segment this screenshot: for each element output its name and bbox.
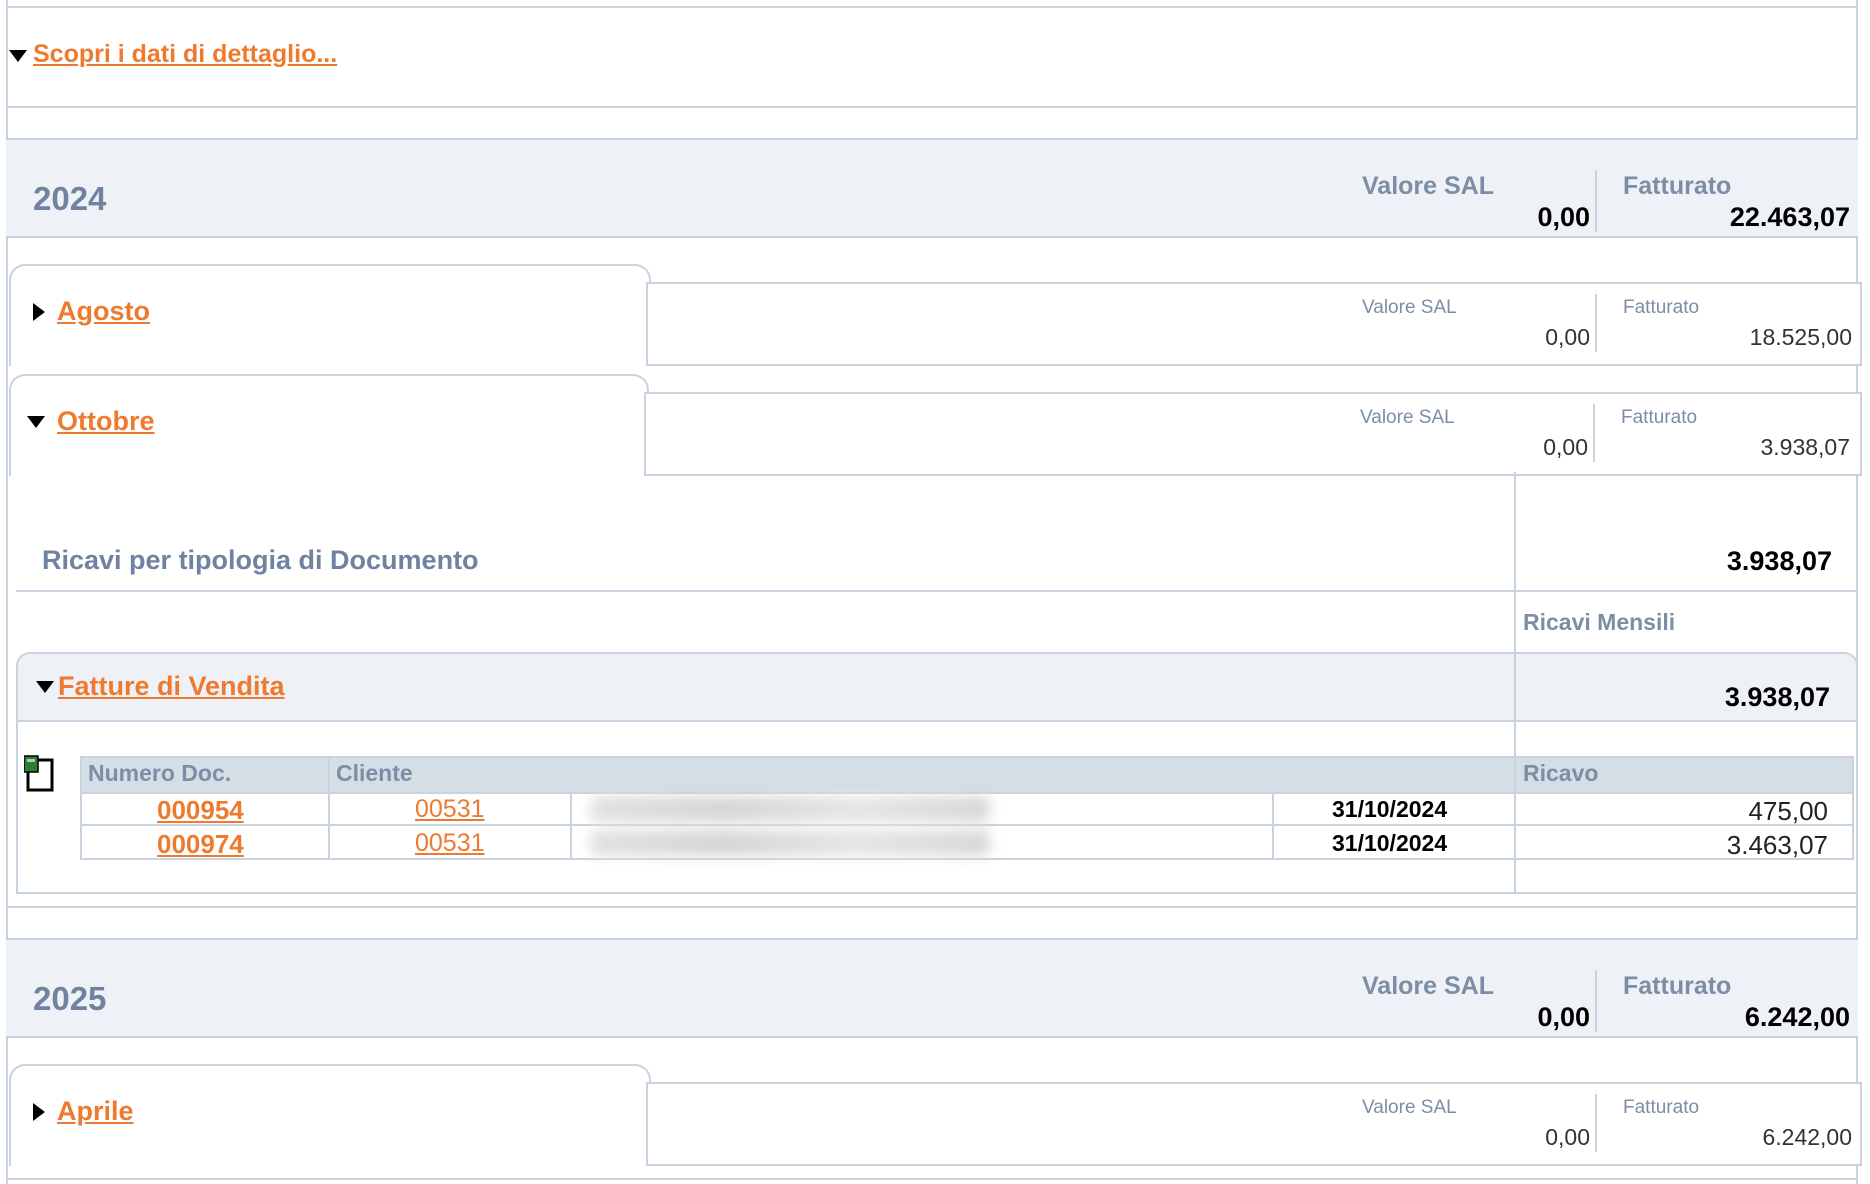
month-link-ottobre[interactable]: Ottobre	[57, 406, 155, 437]
fatturato-label: Fatturato	[1621, 407, 1698, 428]
divider	[6, 106, 1858, 108]
caret-down-icon[interactable]	[9, 50, 27, 62]
caret-right-icon[interactable]	[33, 303, 45, 321]
divider	[6, 1178, 1858, 1180]
detail-link[interactable]: Scopri i dati di dettaglio...	[33, 40, 337, 69]
doc-number-link[interactable]: 000974	[157, 829, 244, 860]
divider	[1595, 970, 1597, 1032]
column-header-ricavo: Ricavo	[1523, 760, 1599, 786]
valore-sal-label: Valore SAL	[1360, 407, 1455, 428]
revenue-value: 475,00	[1748, 796, 1828, 826]
valore-sal-value: 0,00	[1537, 202, 1590, 232]
column-header-cliente: Cliente	[336, 760, 413, 786]
fatturato-value: 18.525,00	[1749, 324, 1852, 350]
doc-date: 31/10/2024	[1332, 796, 1448, 822]
group-link[interactable]: Fatture di Vendita	[58, 671, 285, 702]
divider	[16, 590, 1858, 592]
year-label: 2024	[33, 180, 107, 217]
divider	[1595, 170, 1597, 232]
monthly-revenue-label: Ricavi Mensili	[1523, 609, 1676, 635]
valore-sal-value: 0,00	[1545, 324, 1590, 350]
client-code-link[interactable]: 00531	[415, 795, 485, 824]
section-total: 3.938,07	[1726, 546, 1832, 576]
valore-sal-label: Valore SAL	[1362, 172, 1494, 200]
fatturato-value: 6.242,00	[1762, 1124, 1852, 1150]
divider	[6, 6, 1858, 8]
valore-sal-value: 0,00	[1537, 1002, 1590, 1032]
month-link-agosto[interactable]: Agosto	[57, 296, 150, 327]
valore-sal-label: Valore SAL	[1362, 297, 1457, 318]
year-label: 2025	[33, 980, 107, 1017]
revenue-value: 3.463,07	[1726, 830, 1828, 860]
redacted-client-name	[590, 830, 990, 856]
document-export-icon[interactable]	[23, 754, 58, 794]
divider	[6, 906, 1858, 908]
caret-down-icon[interactable]	[27, 416, 45, 428]
column-header-numero: Numero Doc.	[88, 760, 232, 786]
valore-sal-label: Valore SAL	[1362, 1097, 1457, 1118]
divider	[1595, 1094, 1597, 1152]
doc-number-link[interactable]: 000954	[157, 795, 244, 826]
month-link-aprile[interactable]: Aprile	[57, 1096, 134, 1127]
fatturato-value: 22.463,07	[1729, 202, 1850, 232]
valore-sal-label: Valore SAL	[1362, 972, 1494, 1000]
group-header	[18, 654, 1856, 722]
fatturato-value: 6.242,00	[1744, 1002, 1850, 1032]
fatturato-label: Fatturato	[1623, 172, 1732, 200]
divider	[1593, 404, 1595, 462]
redacted-client-name	[590, 796, 990, 822]
group-total: 3.938,07	[1724, 682, 1830, 712]
fatturato-label: Fatturato	[1623, 972, 1732, 1000]
valore-sal-value: 0,00	[1545, 1124, 1590, 1150]
divider	[16, 892, 1858, 894]
fatturato-value: 3.938,07	[1760, 434, 1850, 460]
doc-date: 31/10/2024	[1332, 830, 1448, 856]
section-title: Ricavi per tipologia di Documento	[42, 545, 479, 575]
caret-right-icon[interactable]	[33, 1103, 45, 1121]
valore-sal-value: 0,00	[1543, 434, 1588, 460]
caret-down-icon[interactable]	[36, 681, 54, 693]
client-code-link[interactable]: 00531	[415, 829, 485, 858]
fatturato-label: Fatturato	[1623, 1097, 1700, 1118]
fatturato-label: Fatturato	[1623, 297, 1700, 318]
divider	[1595, 294, 1597, 352]
